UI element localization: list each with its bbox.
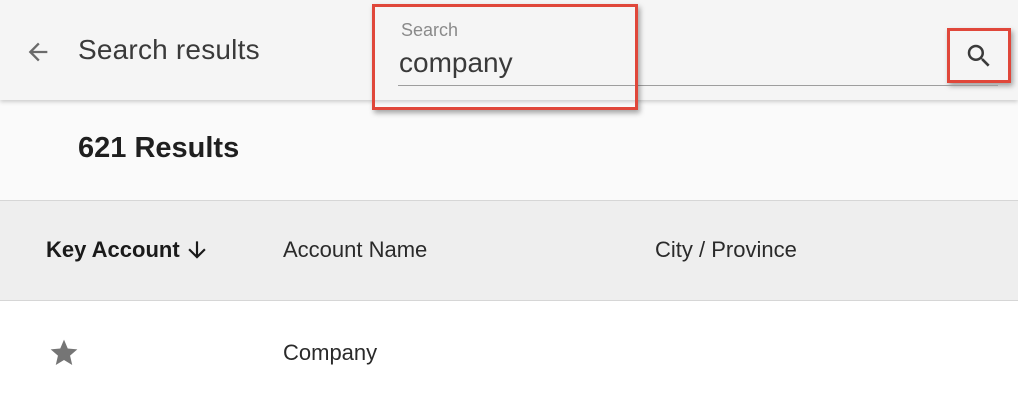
column-header-label: Key Account xyxy=(46,237,180,262)
column-header-key-account[interactable]: Key Account xyxy=(46,237,210,263)
search-field-label: Search xyxy=(401,20,459,40)
page-title: Search results xyxy=(78,34,260,65)
search-button[interactable] xyxy=(947,28,1011,83)
back-button[interactable] xyxy=(22,36,54,68)
results-summary: 621 Results xyxy=(0,100,1018,200)
search-field: Search xyxy=(372,4,638,110)
cell-account-name: Company xyxy=(283,340,378,365)
arrow-left-icon xyxy=(28,42,48,62)
search-icon xyxy=(967,44,990,67)
table-row[interactable]: Company xyxy=(0,301,1018,402)
search-input[interactable] xyxy=(399,45,635,81)
column-header-account-name[interactable]: Account Name xyxy=(283,237,427,263)
column-header-city-province[interactable]: City / Province xyxy=(655,237,797,263)
star-icon[interactable] xyxy=(48,337,80,374)
search-results-screen: Search results Search 621 Results Key Ac… xyxy=(0,0,1018,402)
results-count: 621 Results xyxy=(78,132,240,164)
column-header-label: City / Province xyxy=(655,237,797,262)
table-header: Key Account Account Name City / Province xyxy=(0,200,1018,301)
column-header-label: Account Name xyxy=(283,237,428,262)
arrow-down-icon xyxy=(184,237,210,263)
